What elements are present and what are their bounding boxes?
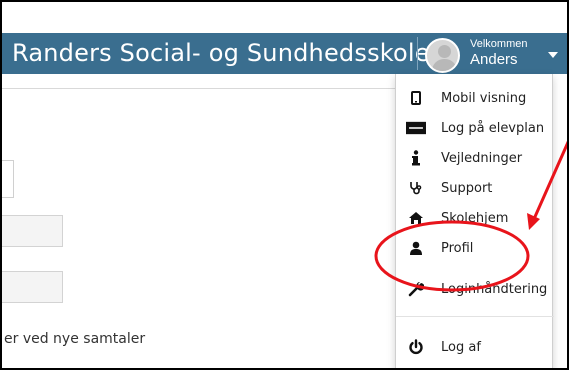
screenshot-border [0,0,569,370]
